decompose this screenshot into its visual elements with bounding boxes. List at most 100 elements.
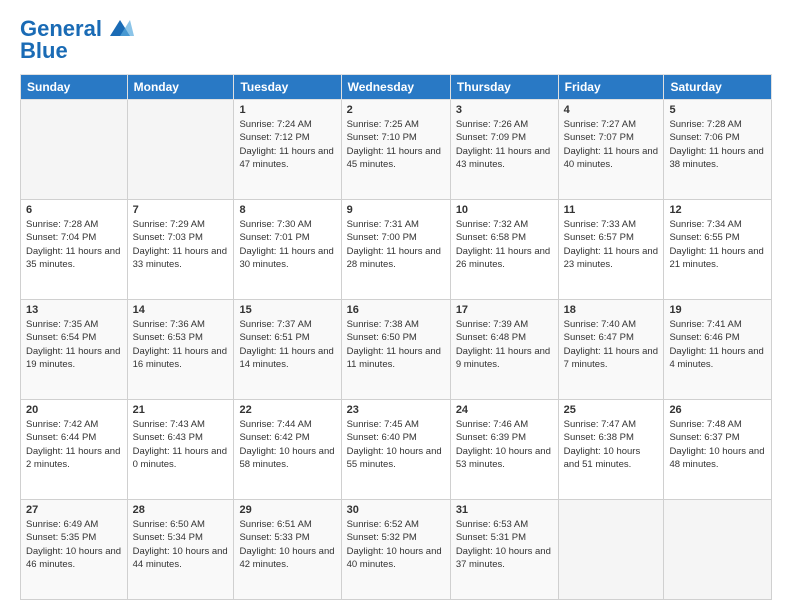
daylight-text: Daylight: 10 hours and 51 minutes.	[564, 445, 659, 472]
calendar-cell: 21Sunrise: 7:43 AMSunset: 6:43 PMDayligh…	[127, 400, 234, 500]
day-number: 11	[564, 204, 659, 216]
sunrise-text: Sunrise: 7:25 AM	[347, 118, 445, 131]
daylight-text: Daylight: 11 hours and 7 minutes.	[564, 345, 659, 372]
sunrise-text: Sunrise: 7:28 AM	[26, 218, 122, 231]
daylight-text: Daylight: 11 hours and 33 minutes.	[133, 245, 229, 272]
day-number: 6	[26, 204, 122, 216]
day-number: 7	[133, 204, 229, 216]
sunrise-text: Sunrise: 7:40 AM	[564, 318, 659, 331]
day-number: 9	[347, 204, 445, 216]
sunset-text: Sunset: 7:06 PM	[669, 131, 766, 144]
sunrise-text: Sunrise: 7:24 AM	[239, 118, 335, 131]
calendar-cell	[558, 500, 664, 600]
daylight-text: Daylight: 11 hours and 45 minutes.	[347, 145, 445, 172]
day-number: 30	[347, 504, 445, 516]
week-row-2: 6Sunrise: 7:28 AMSunset: 7:04 PMDaylight…	[21, 200, 772, 300]
sunset-text: Sunset: 6:54 PM	[26, 331, 122, 344]
calendar-cell: 7Sunrise: 7:29 AMSunset: 7:03 PMDaylight…	[127, 200, 234, 300]
sunrise-text: Sunrise: 7:47 AM	[564, 418, 659, 431]
calendar-cell: 29Sunrise: 6:51 AMSunset: 5:33 PMDayligh…	[234, 500, 341, 600]
daylight-text: Daylight: 11 hours and 9 minutes.	[456, 345, 553, 372]
calendar-cell	[127, 100, 234, 200]
sunset-text: Sunset: 6:42 PM	[239, 431, 335, 444]
sunset-text: Sunset: 7:04 PM	[26, 231, 122, 244]
sunrise-text: Sunrise: 7:46 AM	[456, 418, 553, 431]
calendar-cell: 13Sunrise: 7:35 AMSunset: 6:54 PMDayligh…	[21, 300, 128, 400]
weekday-header-row: SundayMondayTuesdayWednesdayThursdayFrid…	[21, 75, 772, 100]
sunset-text: Sunset: 6:51 PM	[239, 331, 335, 344]
daylight-text: Daylight: 11 hours and 38 minutes.	[669, 145, 766, 172]
calendar-cell: 31Sunrise: 6:53 AMSunset: 5:31 PMDayligh…	[450, 500, 558, 600]
daylight-text: Daylight: 11 hours and 35 minutes.	[26, 245, 122, 272]
calendar-cell: 6 Sunrise: 7:28 AMSunset: 7:04 PMDaylight…	[21, 200, 128, 300]
day-number: 22	[239, 404, 335, 416]
daylight-text: Daylight: 11 hours and 43 minutes.	[456, 145, 553, 172]
sunrise-text: Sunrise: 7:35 AM	[26, 318, 122, 331]
logo-blue: Blue	[20, 38, 68, 64]
daylight-text: Daylight: 10 hours and 40 minutes.	[347, 545, 445, 572]
calendar-cell: 26Sunrise: 7:48 AMSunset: 6:37 PMDayligh…	[664, 400, 772, 500]
sunrise-text: Sunrise: 7:33 AM	[564, 218, 659, 231]
day-number: 14	[133, 304, 229, 316]
sunset-text: Sunset: 6:43 PM	[133, 431, 229, 444]
daylight-text: Daylight: 11 hours and 14 minutes.	[239, 345, 335, 372]
day-number: 16	[347, 304, 445, 316]
day-number: 17	[456, 304, 553, 316]
day-number: 8	[239, 204, 335, 216]
sunrise-text: Sunrise: 7:37 AM	[239, 318, 335, 331]
calendar-cell: 12Sunrise: 7:34 AMSunset: 6:55 PMDayligh…	[664, 200, 772, 300]
sunrise-text: Sunrise: 7:41 AM	[669, 318, 766, 331]
sunrise-text: Sunrise: 7:32 AM	[456, 218, 553, 231]
daylight-text: Daylight: 10 hours and 58 minutes.	[239, 445, 335, 472]
calendar-cell: 20Sunrise: 7:42 AMSunset: 6:44 PMDayligh…	[21, 400, 128, 500]
calendar-cell: 30Sunrise: 6:52 AMSunset: 5:32 PMDayligh…	[341, 500, 450, 600]
sunrise-text: Sunrise: 7:31 AM	[347, 218, 445, 231]
sunrise-text: Sunrise: 6:49 AM	[26, 518, 122, 531]
sunset-text: Sunset: 5:33 PM	[239, 531, 335, 544]
weekday-header-thursday: Thursday	[450, 75, 558, 100]
day-number: 27	[26, 504, 122, 516]
sunset-text: Sunset: 6:53 PM	[133, 331, 229, 344]
sunset-text: Sunset: 6:50 PM	[347, 331, 445, 344]
calendar-cell: 10Sunrise: 7:32 AMSunset: 6:58 PMDayligh…	[450, 200, 558, 300]
day-number: 4	[564, 104, 659, 116]
sunset-text: Sunset: 6:47 PM	[564, 331, 659, 344]
sunset-text: Sunset: 6:55 PM	[669, 231, 766, 244]
day-number: 23	[347, 404, 445, 416]
day-number: 1	[239, 104, 335, 116]
day-number: 19	[669, 304, 766, 316]
daylight-text: Daylight: 10 hours and 46 minutes.	[26, 545, 122, 572]
calendar-cell	[21, 100, 128, 200]
sunrise-text: Sunrise: 6:53 AM	[456, 518, 553, 531]
calendar-cell: 22Sunrise: 7:44 AMSunset: 6:42 PMDayligh…	[234, 400, 341, 500]
day-number: 21	[133, 404, 229, 416]
sunrise-text: Sunrise: 7:48 AM	[669, 418, 766, 431]
daylight-text: Daylight: 11 hours and 40 minutes.	[564, 145, 659, 172]
sunset-text: Sunset: 7:01 PM	[239, 231, 335, 244]
weekday-header-friday: Friday	[558, 75, 664, 100]
sunset-text: Sunset: 6:58 PM	[456, 231, 553, 244]
day-number: 18	[564, 304, 659, 316]
day-number: 15	[239, 304, 335, 316]
day-number: 3	[456, 104, 553, 116]
week-row-3: 13Sunrise: 7:35 AMSunset: 6:54 PMDayligh…	[21, 300, 772, 400]
calendar-cell: 2Sunrise: 7:25 AMSunset: 7:10 PMDaylight…	[341, 100, 450, 200]
daylight-text: Daylight: 11 hours and 26 minutes.	[456, 245, 553, 272]
sunrise-text: Sunrise: 7:26 AM	[456, 118, 553, 131]
calendar-cell: 15 Sunrise: 7:37 AMSunset: 6:51 PMDayligh…	[234, 300, 341, 400]
daylight-text: Daylight: 11 hours and 2 minutes.	[26, 445, 122, 472]
sunset-text: Sunset: 5:32 PM	[347, 531, 445, 544]
sunrise-text: Sunrise: 7:30 AM	[239, 218, 335, 231]
weekday-header-sunday: Sunday	[21, 75, 128, 100]
calendar-cell: 5Sunrise: 7:28 AMSunset: 7:06 PMDaylight…	[664, 100, 772, 200]
sunset-text: Sunset: 6:39 PM	[456, 431, 553, 444]
calendar-cell: 18 Sunrise: 7:40 AMSunset: 6:47 PMDayligh…	[558, 300, 664, 400]
day-number: 25	[564, 404, 659, 416]
page: General Blue SundayMondayTuesdayWednesda…	[0, 0, 792, 612]
daylight-text: Daylight: 10 hours and 44 minutes.	[133, 545, 229, 572]
sunset-text: Sunset: 6:37 PM	[669, 431, 766, 444]
calendar-cell: 3Sunrise: 7:26 AMSunset: 7:09 PMDaylight…	[450, 100, 558, 200]
sunset-text: Sunset: 5:35 PM	[26, 531, 122, 544]
sunset-text: Sunset: 7:03 PM	[133, 231, 229, 244]
day-number: 24	[456, 404, 553, 416]
